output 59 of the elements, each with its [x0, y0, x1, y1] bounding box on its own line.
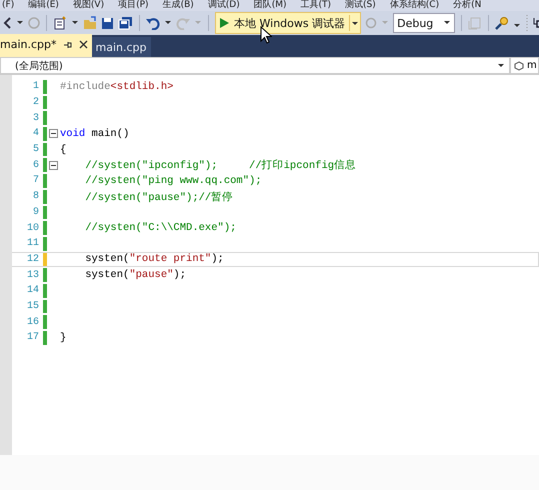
undo-icon[interactable] [146, 16, 160, 30]
code-line: systen("route print"); [84, 253, 224, 266]
open-folder-icon[interactable] [83, 16, 97, 30]
play-icon [220, 18, 229, 28]
line-number: 4 [32, 128, 39, 140]
line-number: 16 [26, 316, 39, 328]
line-number: 13 [26, 270, 39, 281]
save-icon[interactable] [101, 16, 114, 30]
code-line: //systen("ping www.qq.com"); [84, 174, 262, 187]
line-number: 17 [26, 332, 39, 344]
grip-icon[interactable] [525, 14, 530, 32]
configuration-dropdown[interactable]: Debug [393, 13, 456, 33]
code-line: systen("pause"); [84, 269, 186, 282]
menu-item[interactable]: (F) [2, 0, 14, 11]
menu-item[interactable]: 团队(M) [254, 0, 287, 11]
restart-icon[interactable] [365, 17, 378, 29]
scope-dropdown[interactable]: (全局范围) [0, 57, 510, 74]
line-number: 8 [32, 191, 39, 202]
member-icon [514, 60, 524, 70]
code-line: { [59, 144, 66, 156]
line-number: 5 [32, 144, 39, 156]
code-line: //systen("pause");//暂停 [84, 190, 234, 204]
file-tab[interactable]: main.cpp* [0, 34, 92, 57]
mouse-pointer-icon [260, 26, 272, 44]
line-number: 6 [32, 160, 39, 171]
menu-item[interactable]: 分析(N [453, 0, 482, 11]
new-project-icon[interactable] [53, 16, 67, 30]
caret-icon[interactable] [71, 19, 79, 27]
code-line: } [59, 332, 66, 344]
caret-icon[interactable] [164, 19, 172, 27]
caret-icon [497, 62, 505, 70]
code-line: void main() [59, 128, 130, 140]
line-number: 10 [26, 222, 39, 234]
member-dropdown[interactable]: m [510, 57, 539, 74]
find-icon[interactable] [495, 16, 510, 30]
line-number: 9 [32, 206, 39, 218]
save-all-icon[interactable] [118, 16, 133, 30]
file-tab[interactable]: main.cpp [92, 37, 150, 57]
caret-icon[interactable] [16, 19, 24, 27]
code-line: #include<stdlib.h> [59, 80, 174, 93]
line-number: 7 [32, 175, 39, 186]
line-number: 1 [32, 81, 39, 92]
line-number: 3 [32, 112, 39, 124]
collapse-icon[interactable] [48, 129, 58, 138]
back-icon[interactable] [2, 16, 12, 30]
line-number: 15 [26, 300, 39, 312]
caret-icon [443, 19, 452, 27]
pin-icon[interactable] [62, 40, 72, 50]
line-number: 12 [26, 254, 39, 265]
code-line: //systen("ipconfig"); //打印ipconfig信息 [84, 158, 356, 172]
line-number: 11 [26, 238, 39, 250]
menu-item[interactable]: 项目(P) [118, 0, 149, 11]
line-number: 14 [26, 285, 39, 296]
menu-item[interactable]: 工具(T) [300, 0, 332, 11]
close-icon[interactable] [78, 40, 88, 49]
collapse-icon[interactable] [48, 160, 58, 170]
code-line: //systen("C:\\CMD.exe"); [84, 222, 236, 234]
line-number: 2 [32, 97, 39, 108]
caret-icon[interactable] [349, 15, 360, 31]
